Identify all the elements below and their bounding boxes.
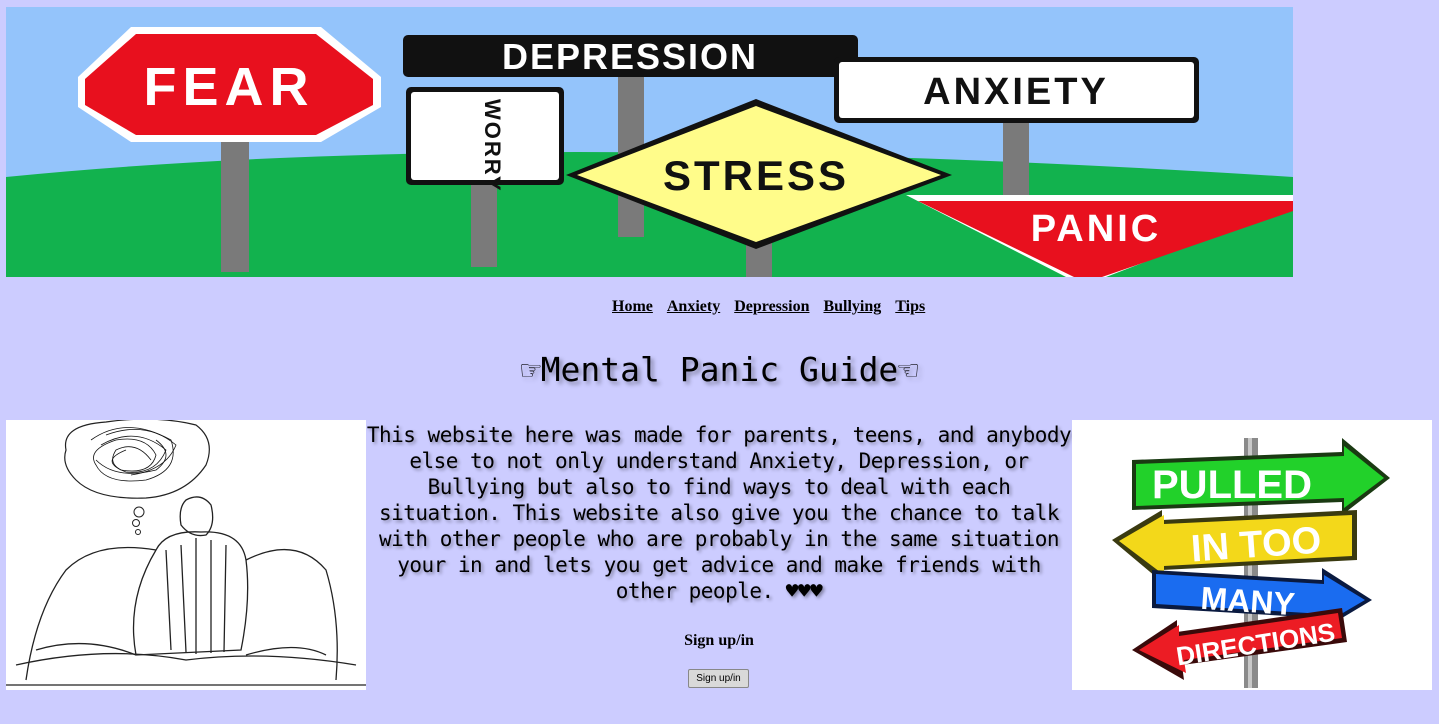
main-nav: Home Anxiety Depression Bullying Tips [612, 298, 935, 316]
signup-heading: Sign up/in [684, 632, 754, 649]
nav-link-home[interactable]: Home [612, 298, 653, 315]
nav-link-depression[interactable]: Depression [734, 298, 809, 315]
sign-panic: PANIC [1031, 208, 1161, 250]
page-title: ☞Mental Panic Guide☜ [520, 350, 919, 389]
arrow-many: MANY [1200, 580, 1297, 622]
nav-link-anxiety[interactable]: Anxiety [667, 298, 720, 315]
sign-fear: FEAR [144, 57, 315, 117]
sign-worry: WORRY [480, 99, 505, 193]
arrow-pulled: PULLED [1152, 463, 1312, 507]
nav-link-bullying[interactable]: Bullying [823, 298, 881, 315]
anxious-person-illustration [6, 420, 366, 690]
direction-arrows-image: PULLED IN TOO MANY DIRECTIONS [1072, 420, 1432, 690]
signup-button[interactable]: Sign up/in [688, 669, 749, 688]
header-banner-image: FEAR DEPRESSION ANXIETY WORRY STRESS PAN… [6, 7, 1293, 277]
sign-stress: STRESS [663, 152, 849, 199]
sign-anxiety: ANXIETY [923, 71, 1109, 113]
sign-depression: DEPRESSION [502, 36, 758, 77]
intro-paragraph: This website here was made for parents, … [366, 423, 1072, 603]
nav-link-tips[interactable]: Tips [895, 298, 925, 315]
